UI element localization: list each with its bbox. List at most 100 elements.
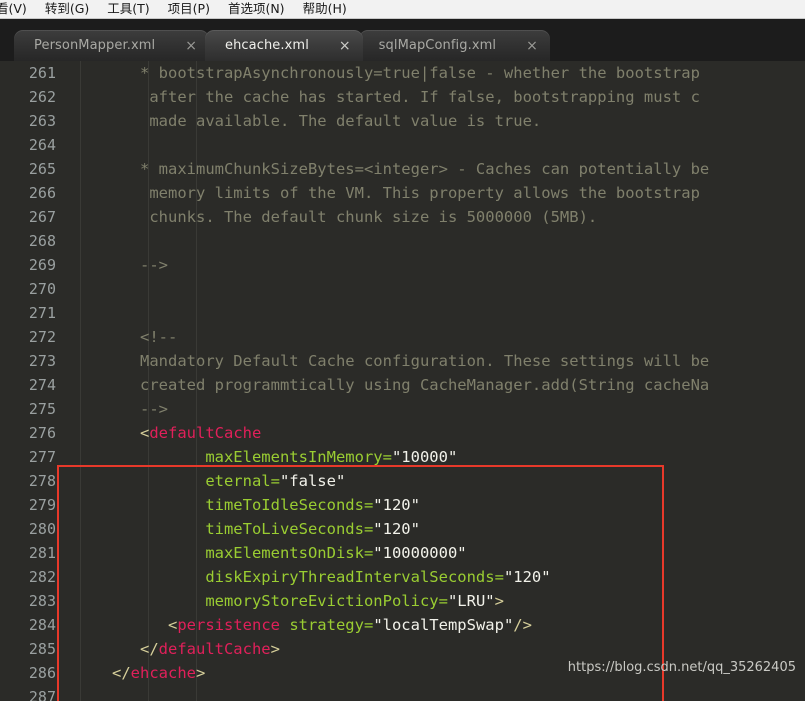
code-token: defaultCache bbox=[149, 424, 262, 442]
menu-item-5[interactable]: 帮助(H) bbox=[294, 0, 356, 18]
line-number: 274 bbox=[28, 376, 56, 394]
code-token: <!-- bbox=[84, 328, 178, 346]
code-line[interactable]: 282 diskExpiryThreadIntervalSeconds="120… bbox=[0, 565, 805, 589]
menu-item-0[interactable]: 看(V) bbox=[0, 0, 36, 18]
editor-tab-bar: PersonMapper.xml × ehcache.xml × sqlMapConfi… bbox=[0, 19, 805, 61]
code-line-text: --> bbox=[64, 253, 168, 277]
code-line-text: <defaultCache bbox=[64, 421, 261, 445]
line-number: 263 bbox=[28, 112, 56, 130]
code-line-text: memory limits of the VM. This property a… bbox=[64, 181, 700, 205]
watermark-url: https://blog.csdn.net/qq_35262405 bbox=[567, 660, 796, 675]
code-line-text: eternal="false" bbox=[64, 469, 345, 493]
code-line-text: diskExpiryThreadIntervalSeconds="120" bbox=[64, 565, 551, 589]
menu-item-4[interactable]: 首选项(N) bbox=[219, 0, 294, 18]
code-token: Mandatory Default Cache configuration. T… bbox=[84, 352, 710, 370]
code-line[interactable]: 263 made available. The default value is… bbox=[0, 109, 805, 133]
code-line[interactable]: 275 --> bbox=[0, 397, 805, 421]
close-icon[interactable]: × bbox=[526, 39, 538, 53]
code-token: < bbox=[84, 424, 150, 442]
code-line-text: timeToLiveSeconds="120" bbox=[64, 517, 420, 541]
code-line[interactable]: 271 bbox=[0, 301, 805, 325]
code-token: "10000000" bbox=[373, 544, 467, 562]
code-line-text: --> bbox=[64, 397, 168, 421]
line-number: 262 bbox=[28, 88, 56, 106]
code-line[interactable]: 279 timeToIdleSeconds="120" bbox=[0, 493, 805, 517]
code-line-text: </defaultCache> bbox=[64, 637, 280, 661]
editor-tab[interactable]: ehcache.xml × bbox=[204, 30, 363, 61]
code-line-text: * bootstrapAsynchronously=true|false - w… bbox=[64, 61, 700, 85]
code-line[interactable]: 284 <persistence strategy="localTempSwap… bbox=[0, 613, 805, 637]
code-token: strategy= bbox=[279, 616, 374, 634]
code-line[interactable]: 266 memory limits of the VM. This proper… bbox=[0, 181, 805, 205]
code-line-text: <!-- bbox=[64, 325, 177, 349]
code-token: > bbox=[270, 640, 280, 658]
code-line-text: timeToIdleSeconds="120" bbox=[64, 493, 420, 517]
code-line[interactable]: 283 memoryStoreEvictionPolicy="LRU"> bbox=[0, 589, 805, 613]
line-number: 275 bbox=[28, 400, 56, 418]
line-number: 278 bbox=[28, 472, 56, 490]
code-token: < bbox=[84, 616, 178, 634]
code-line[interactable]: 265 * maximumChunkSizeBytes=<integer> - … bbox=[0, 157, 805, 181]
line-number: 268 bbox=[28, 232, 56, 250]
code-token: --> bbox=[84, 256, 168, 274]
line-number: 276 bbox=[28, 424, 56, 442]
code-token: * maximumChunkSizeBytes=<integer> - Cach… bbox=[84, 160, 710, 178]
code-line[interactable]: 262 after the cache has started. If fals… bbox=[0, 85, 805, 109]
line-number: 270 bbox=[28, 280, 56, 298]
code-token: "10000" bbox=[391, 448, 458, 466]
line-number: 269 bbox=[28, 256, 56, 274]
code-token: memoryStoreEvictionPolicy= bbox=[84, 592, 448, 610]
code-line-list[interactable]: 261 * bootstrapAsynchronously=true|false… bbox=[0, 61, 805, 701]
code-line[interactable]: 268 bbox=[0, 229, 805, 253]
line-number: 284 bbox=[28, 616, 56, 634]
code-line[interactable]: 261 * bootstrapAsynchronously=true|false… bbox=[0, 61, 805, 85]
editor-tab[interactable]: sqlMapConfig.xml × bbox=[358, 30, 550, 61]
code-line[interactable]: 272 <!-- bbox=[0, 325, 805, 349]
code-token: timeToIdleSeconds= bbox=[84, 496, 374, 514]
line-number: 272 bbox=[28, 328, 56, 346]
editor-tab-label: ehcache.xml bbox=[224, 38, 309, 53]
close-icon[interactable]: × bbox=[185, 39, 197, 53]
menu-item-2[interactable]: 工具(T) bbox=[98, 0, 158, 18]
code-token: memory limits of the VM. This property a… bbox=[84, 184, 700, 202]
code-token: maxElementsInMemory= bbox=[84, 448, 392, 466]
code-token: ehcache bbox=[130, 664, 196, 682]
menu-item-1[interactable]: 转到(G) bbox=[36, 0, 98, 18]
code-line-text: created programmtically using CacheManag… bbox=[64, 373, 709, 397]
code-token: "false" bbox=[279, 472, 346, 490]
code-token: eternal= bbox=[84, 472, 280, 490]
code-editor[interactable]: 261 * bootstrapAsynchronously=true|false… bbox=[0, 61, 805, 701]
code-line-text: Mandatory Default Cache configuration. T… bbox=[64, 349, 709, 373]
code-line[interactable]: 264 bbox=[0, 133, 805, 157]
code-line-text: <persistence strategy="localTempSwap"/> bbox=[64, 613, 532, 637]
code-token: "120" bbox=[503, 568, 551, 586]
code-line-text: made available. The default value is tru… bbox=[64, 109, 541, 133]
code-line[interactable]: 276 <defaultCache bbox=[0, 421, 805, 445]
close-icon[interactable]: × bbox=[339, 39, 351, 53]
code-line[interactable]: 274 created programmtically using CacheM… bbox=[0, 373, 805, 397]
menu-item-3[interactable]: 项目(P) bbox=[159, 0, 219, 18]
code-line[interactable]: 287 bbox=[0, 685, 805, 701]
code-line-text: chunks. The default chunk size is 500000… bbox=[64, 205, 597, 229]
code-token: </ bbox=[84, 640, 159, 658]
code-token: > bbox=[494, 592, 504, 610]
code-line[interactable]: 270 bbox=[0, 277, 805, 301]
code-token: persistence bbox=[177, 616, 280, 634]
code-line-text: </ehcache> bbox=[64, 661, 205, 685]
code-line[interactable]: 278 eternal="false" bbox=[0, 469, 805, 493]
code-line[interactable]: 273 Mandatory Default Cache configuratio… bbox=[0, 349, 805, 373]
code-line[interactable]: 285 </defaultCache> bbox=[0, 637, 805, 661]
code-line[interactable]: 280 timeToLiveSeconds="120" bbox=[0, 517, 805, 541]
code-line[interactable]: 269 --> bbox=[0, 253, 805, 277]
line-number: 273 bbox=[28, 352, 56, 370]
code-line[interactable]: 277 maxElementsInMemory="10000" bbox=[0, 445, 805, 469]
code-token: timeToLiveSeconds= bbox=[84, 520, 374, 538]
editor-tab[interactable]: PersonMapper.xml × bbox=[14, 30, 209, 61]
line-number: 271 bbox=[28, 304, 56, 322]
code-token: </ bbox=[84, 664, 131, 682]
code-line[interactable]: 267 chunks. The default chunk size is 50… bbox=[0, 205, 805, 229]
code-token: > bbox=[196, 664, 206, 682]
line-number: 279 bbox=[28, 496, 56, 514]
code-line[interactable]: 281 maxElementsOnDisk="10000000" bbox=[0, 541, 805, 565]
line-number: 287 bbox=[28, 688, 56, 701]
